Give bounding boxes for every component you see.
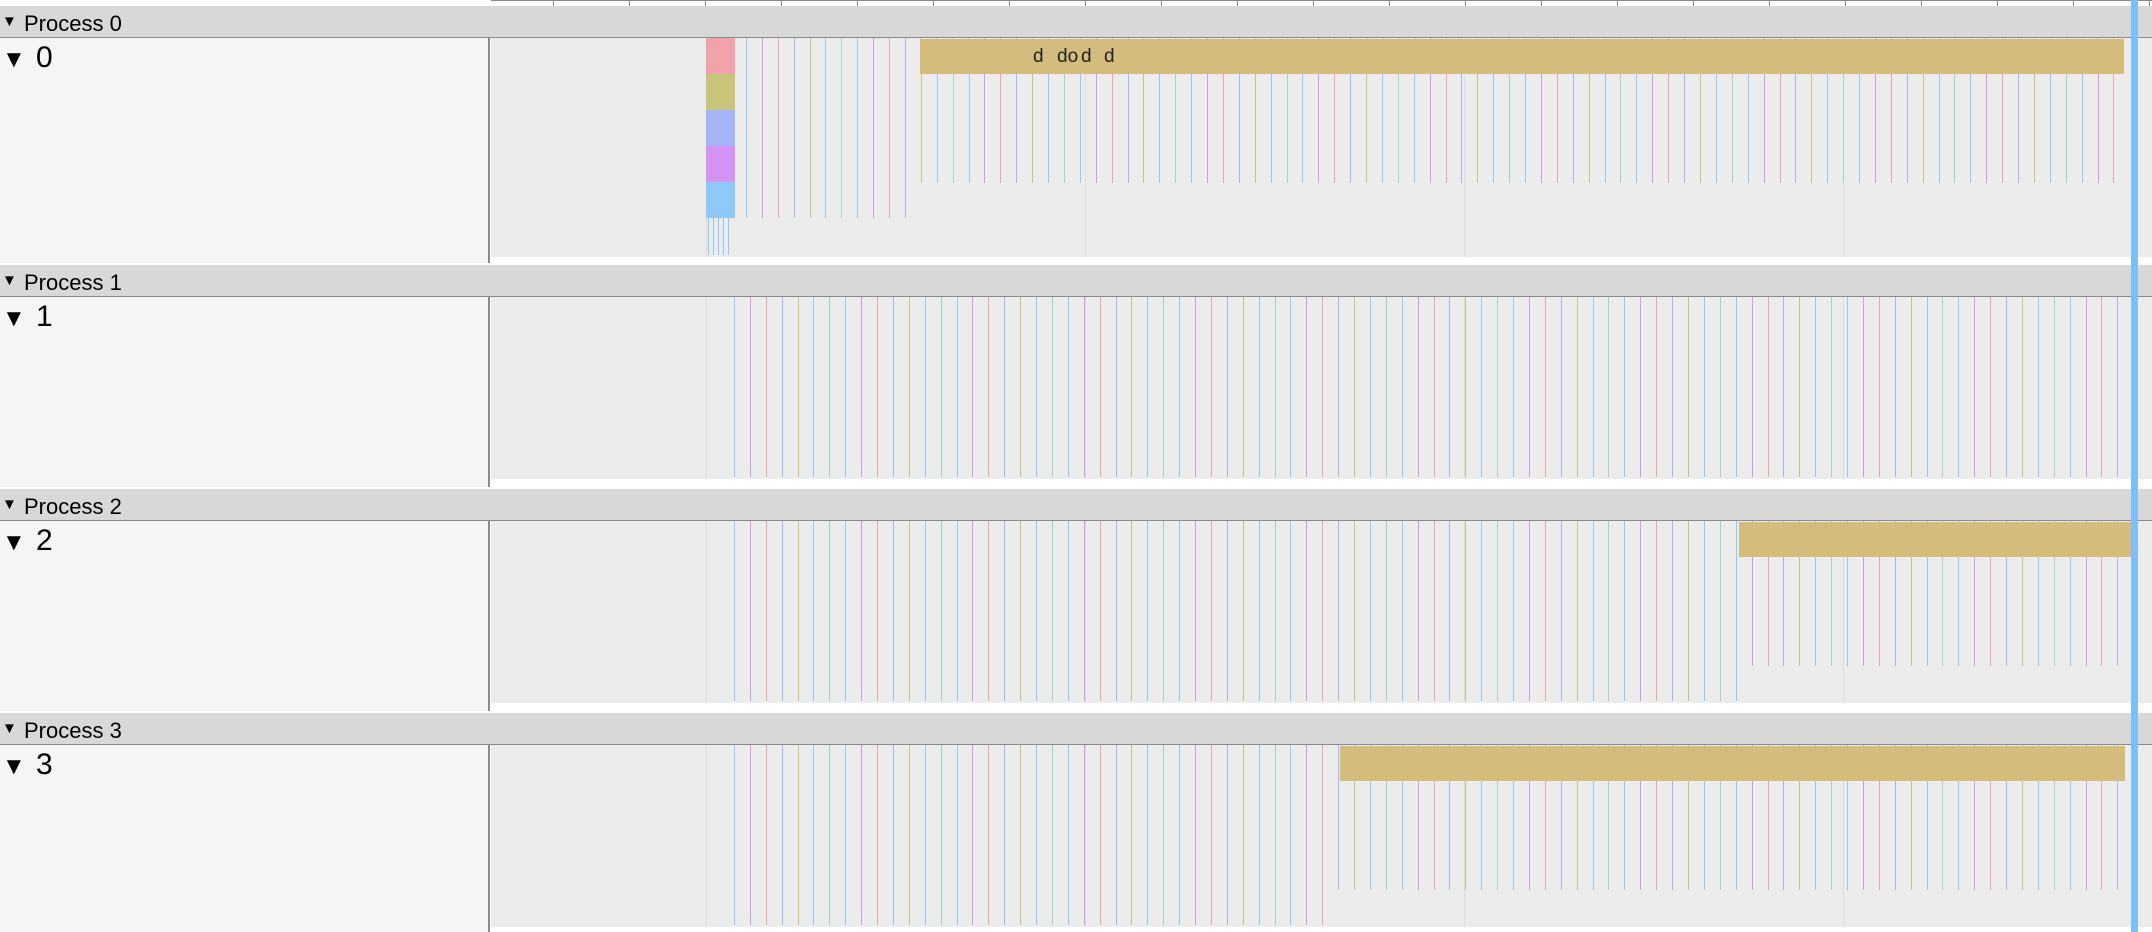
slice[interactable]	[706, 74, 735, 110]
thread-0-track[interactable]: d do d d	[491, 38, 2152, 263]
thread-3-label-cell[interactable]: ▼ 3	[0, 745, 490, 932]
slice[interactable]	[1739, 522, 2134, 557]
time-cursor[interactable]	[2131, 0, 2138, 932]
slice-label: d	[1033, 46, 1044, 67]
slice-label: d	[1104, 46, 1115, 67]
thread-0-label: 0	[36, 41, 53, 74]
thread-3-track[interactable]	[491, 745, 2152, 932]
process-3-header[interactable]: ▼ Process 3	[0, 713, 2152, 745]
triangle-down-icon[interactable]: ▼	[2, 529, 26, 557]
thread-1-label: 1	[36, 300, 53, 333]
thread-0-label-cell[interactable]: ▼ 0	[0, 38, 490, 263]
process-1-header[interactable]: ▼ Process 1	[0, 265, 2152, 297]
process-2-header[interactable]: ▼ Process 2	[0, 489, 2152, 521]
track-background[interactable]	[491, 297, 2152, 479]
process-2-title: Process 2	[24, 494, 122, 519]
triangle-down-icon[interactable]: ▼	[2, 753, 26, 781]
slice[interactable]	[1340, 746, 2125, 781]
process-1-title: Process 1	[24, 270, 122, 295]
triangle-down-icon[interactable]: ▼	[2, 305, 26, 333]
slice[interactable]	[920, 39, 2124, 74]
triangle-down-icon[interactable]: ▼	[2, 720, 17, 737]
triangle-down-icon[interactable]: ▼	[2, 272, 17, 289]
track-canvas[interactable]	[491, 297, 2152, 487]
thread-1-track[interactable]	[491, 297, 2152, 487]
slice[interactable]	[706, 110, 735, 146]
slice[interactable]	[706, 38, 735, 74]
thread-2-track[interactable]	[491, 521, 2152, 711]
thread-2-label-cell[interactable]: ▼ 2	[0, 521, 490, 711]
thread-3-label: 3	[36, 748, 53, 781]
slice[interactable]	[706, 182, 735, 218]
track-canvas[interactable]	[491, 745, 2152, 932]
thread-1-label-cell[interactable]: ▼ 1	[0, 297, 490, 487]
track-canvas[interactable]	[491, 521, 2152, 711]
slice[interactable]	[706, 146, 735, 182]
triangle-down-icon[interactable]: ▼	[2, 496, 17, 513]
slice-label: d	[1081, 46, 1092, 67]
track-canvas[interactable]: d do d d	[491, 38, 2152, 263]
process-0-header[interactable]: ▼ Process 0	[0, 6, 2152, 38]
process-3-title: Process 3	[24, 718, 122, 743]
triangle-down-icon[interactable]: ▼	[2, 46, 26, 74]
thread-2-label: 2	[36, 524, 53, 557]
triangle-down-icon[interactable]: ▼	[2, 13, 17, 30]
slice-label: do	[1057, 46, 1078, 67]
process-0-title: Process 0	[24, 11, 122, 36]
